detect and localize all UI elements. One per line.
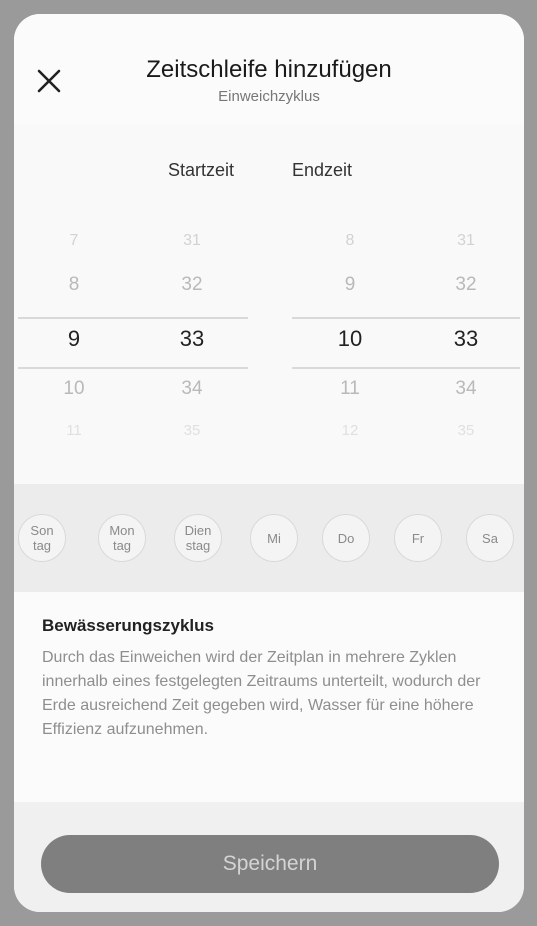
weekday-label: Mi <box>267 530 281 546</box>
start-minute-option[interactable]: 34 <box>162 378 222 400</box>
weekday-label: Son tag <box>30 523 54 553</box>
page-title: Zeitschleife hinzufügen <box>146 56 392 83</box>
end-minute-option[interactable]: 31 <box>436 232 496 250</box>
end-hour-option[interactable]: 12 <box>320 422 380 439</box>
weekday-toggle[interactable]: Dien stag <box>174 514 222 562</box>
end-minute-option[interactable]: 33 <box>436 326 496 352</box>
start-minute-option[interactable]: 33 <box>162 326 222 352</box>
time-picker: Startzeit Endzeit 7 8 9 10 11 31 32 33 34 35 8 9 10 1… <box>14 124 524 484</box>
weekday-label: Do <box>337 530 355 546</box>
weekday-toggle[interactable]: Mi <box>250 514 298 562</box>
end-hour-option[interactable]: 10 <box>320 326 380 352</box>
screenshot-frame: Zeitschleife hinzufügen Einweichzyklus S… <box>0 0 537 926</box>
end-time-label: Endzeit <box>292 160 353 180</box>
start-hour-option[interactable]: 11 <box>44 422 104 439</box>
info-section: Bewässerungszyklus Durch das Einweichen … <box>14 592 524 802</box>
weekday-label: Sa <box>482 530 498 546</box>
start-hour-option[interactable]: 9 <box>44 326 104 352</box>
start-hour-option[interactable]: 10 <box>44 378 104 400</box>
end-minute-option[interactable]: 35 <box>436 422 496 439</box>
weekday-toggle[interactable]: Mon tag <box>98 514 146 562</box>
weekday-toggle[interactable]: Fr <box>394 514 442 562</box>
end-minute-option[interactable]: 34 <box>436 378 496 400</box>
start-hour-option[interactable]: 7 <box>44 232 104 250</box>
weekday-label: Fr <box>411 530 425 546</box>
start-hour-option[interactable]: 8 <box>44 274 104 296</box>
start-selection-bottom-line <box>18 367 248 369</box>
weekday-selector: Son tag Mon tag Dien stag Mi Do Fr Sa <box>14 484 524 592</box>
page-subtitle: Einweichzyklus <box>218 88 320 105</box>
end-hour-option[interactable]: 11 <box>320 378 380 400</box>
end-minute-option[interactable]: 32 <box>436 274 496 296</box>
start-minute-option[interactable]: 32 <box>162 274 222 296</box>
sheet-header: Zeitschleife hinzufügen Einweichzyklus <box>14 14 524 122</box>
end-selection-top-line <box>292 317 520 319</box>
save-button[interactable]: Speichern <box>41 835 499 893</box>
weekday-toggle[interactable]: Sa <box>466 514 514 562</box>
footer: Speichern <box>14 802 524 912</box>
start-minute-option[interactable]: 35 <box>162 422 222 439</box>
end-hour-option[interactable]: 8 <box>320 232 380 250</box>
weekday-toggle[interactable]: Son tag <box>18 514 66 562</box>
start-minute-option[interactable]: 31 <box>162 232 222 250</box>
info-title: Bewässerungszyklus <box>42 616 214 635</box>
bottom-sheet: Zeitschleife hinzufügen Einweichzyklus S… <box>14 14 524 912</box>
start-selection-top-line <box>18 317 248 319</box>
weekday-toggle[interactable]: Do <box>322 514 370 562</box>
end-hour-option[interactable]: 9 <box>320 274 380 296</box>
end-selection-bottom-line <box>292 367 520 369</box>
weekday-label: Mon tag <box>109 523 135 553</box>
weekday-label: Dien stag <box>184 523 212 553</box>
info-description: Durch das Einweichen wird der Zeitplan i… <box>42 649 481 738</box>
start-time-label: Startzeit <box>168 160 235 180</box>
